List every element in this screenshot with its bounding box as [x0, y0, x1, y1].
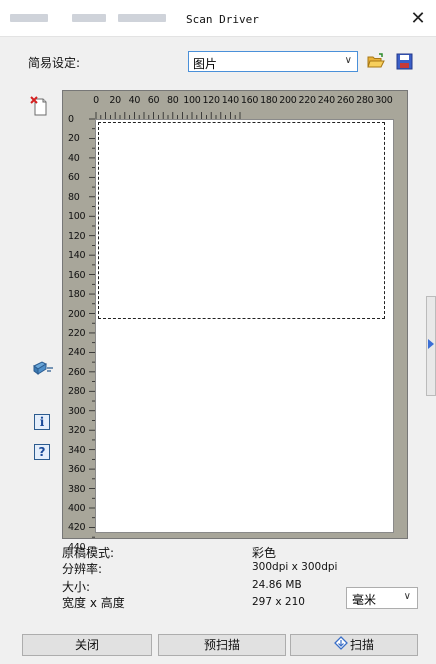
chevron-right-icon — [428, 339, 434, 349]
close-button[interactable]: 关闭 — [22, 634, 152, 656]
unit-select[interactable]: 毫米 ∨ — [346, 587, 418, 609]
ruler-top-label: 300 — [375, 95, 393, 106]
dimensions-value: 297 x 210 — [252, 596, 305, 608]
scan-diamond-icon — [334, 635, 348, 656]
ruler-top-label: 40 — [128, 95, 141, 106]
ruler-left-label: 420 — [68, 522, 86, 534]
ruler-top-label: 160 — [240, 95, 259, 106]
ruler-left-label: 180 — [68, 289, 86, 301]
ruler-top-label: 220 — [298, 95, 317, 106]
size-label: 大小: — [62, 580, 91, 594]
ruler-top-label: 200 — [279, 95, 297, 106]
scan-button[interactable]: 扫描 — [290, 634, 418, 656]
ruler-left-label: 300 — [68, 405, 86, 417]
ruler-top-label: 100 — [183, 95, 201, 106]
ruler-top-label: 20 — [109, 95, 121, 106]
ruler-left-label: 160 — [68, 269, 86, 281]
chevron-down-icon: ∨ — [403, 591, 411, 602]
ruler-left-label: 380 — [68, 483, 86, 495]
ruler-left-label: 220 — [68, 327, 86, 339]
mode-label: 原稿模式: — [62, 546, 115, 560]
ruler-left-label: 20 — [68, 133, 80, 145]
unit-value: 毫米 — [352, 593, 377, 607]
ruler-top-label: 80 — [167, 95, 179, 106]
ruler-left-label: 40 — [68, 152, 80, 164]
resolution-value: 300dpi x 300dpi — [252, 561, 338, 573]
mode-value: 彩色 — [252, 546, 277, 560]
scan-button-label: 扫描 — [349, 638, 374, 652]
ruler-left-label: 60 — [68, 172, 80, 184]
ruler-top-label: 180 — [260, 95, 278, 106]
ruler-top-label: 240 — [317, 95, 336, 106]
prescan-button[interactable]: 预扫描 — [158, 634, 286, 656]
ruler-left-label: 0 — [68, 114, 74, 125]
ruler-left-label: 200 — [68, 308, 86, 320]
ruler-left-label: 260 — [68, 366, 86, 378]
ruler-left-label: 400 — [68, 503, 86, 514]
size-value: 24.86 MB — [252, 579, 302, 591]
ruler-top-label: 280 — [356, 95, 374, 106]
prescan-button-label: 预扫描 — [203, 638, 240, 652]
ruler-left-label: 100 — [68, 211, 86, 223]
ruler-left-label: 140 — [68, 250, 86, 262]
close-button-label: 关闭 — [74, 638, 99, 652]
ruler-top-label: 140 — [221, 95, 240, 106]
ruler-left-label: 280 — [68, 386, 86, 398]
ruler-top-label: 0 — [93, 95, 99, 106]
ruler-top-label: 260 — [336, 95, 355, 106]
scan-selection-box[interactable] — [98, 122, 385, 319]
ruler-left-label: 360 — [68, 464, 86, 476]
ruler-top-label: 120 — [202, 95, 221, 106]
ruler-left-label: 340 — [68, 444, 86, 456]
ruler-left-label: 320 — [68, 425, 86, 437]
ruler-top-label: 60 — [147, 95, 160, 106]
ruler-left-label: 80 — [68, 191, 80, 203]
dimensions-label: 宽度 x 高度 — [62, 596, 125, 610]
ruler-left-label: 120 — [68, 230, 86, 242]
expand-panel-handle[interactable] — [426, 296, 436, 396]
resolution-label: 分辨率: — [62, 562, 103, 576]
ruler-left-label: 240 — [68, 347, 86, 359]
